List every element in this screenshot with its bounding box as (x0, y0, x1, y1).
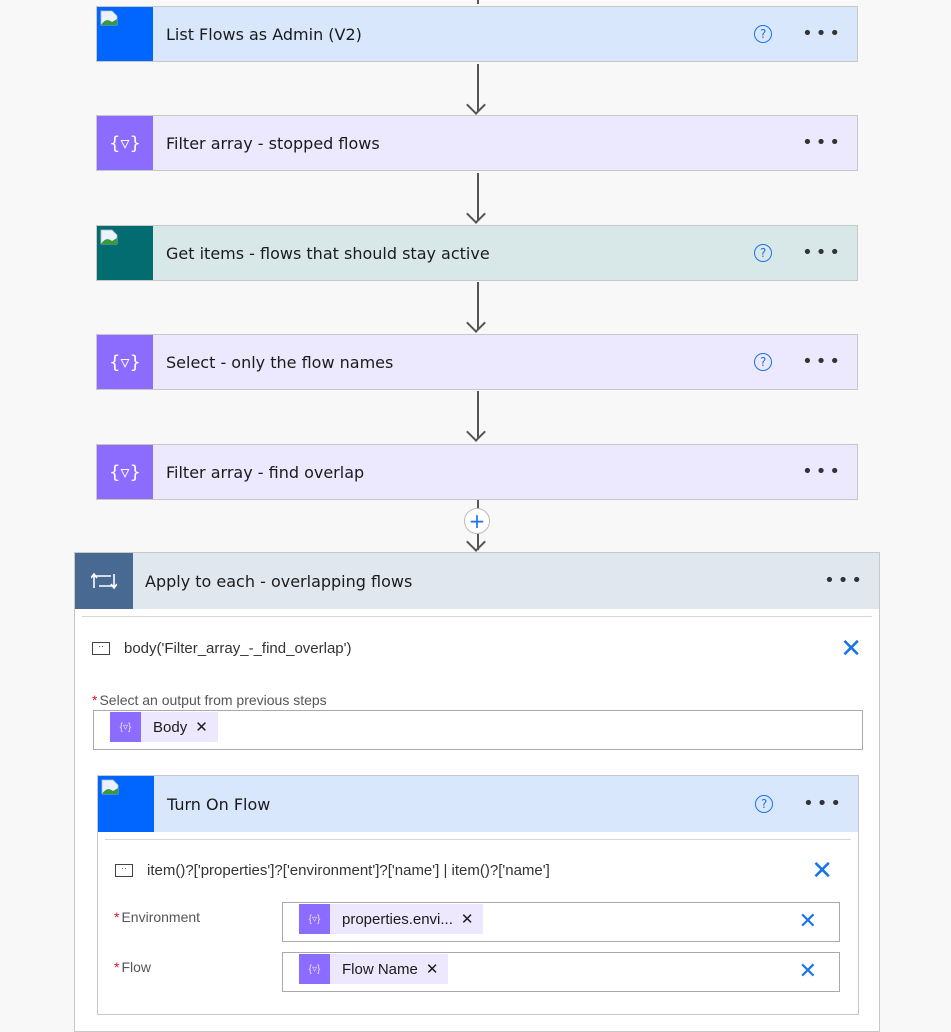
required-mark: * (92, 692, 98, 708)
comment-icon: ·· (92, 641, 110, 655)
connector-line (477, 0, 479, 4)
more-options-icon[interactable]: ••• (802, 25, 843, 43)
step-card-get-items[interactable]: Get items - flows that should stay activ… (96, 225, 858, 281)
step-title: Filter array - find overlap (166, 462, 365, 482)
help-icon[interactable]: ? (754, 25, 773, 43)
more-options-icon[interactable]: ••• (802, 353, 843, 371)
token-body[interactable]: {▿} Body ✕ (110, 712, 218, 742)
data-operation-icon-box: {▿} (97, 335, 153, 389)
more-options-icon[interactable]: ••• (803, 795, 844, 813)
required-mark: * (114, 909, 120, 925)
step-card-filter-stopped[interactable]: {▿} Filter array - stopped flows ••• (96, 115, 858, 171)
flow-label: * Flow (114, 959, 152, 975)
step-title: Turn On Flow (167, 794, 271, 814)
arrow-down-icon (466, 532, 486, 552)
step-title: List Flows as Admin (V2) (166, 24, 362, 44)
step-card-select-names[interactable]: {▿} Select - only the flow names ? ••• (96, 334, 858, 390)
data-operation-icon-box: {▿} (97, 445, 153, 499)
step-card-list-flows[interactable]: List Flows as Admin (V2) ? ••• (96, 6, 858, 62)
loop-icon (91, 572, 117, 590)
required-mark: * (114, 959, 120, 975)
turn-on-flow-header[interactable]: Turn On Flow ? ••• (98, 776, 858, 832)
step-title: Select - only the flow names (166, 352, 394, 372)
flow-input[interactable]: {▿} Flow Name ✕ ✕ (282, 952, 840, 992)
expression-text: body('Filter_array_-_find_overlap') (124, 639, 352, 657)
close-icon[interactable]: ✕ (840, 635, 862, 661)
remove-token-icon[interactable]: ✕ (461, 910, 474, 928)
token-environment[interactable]: {▿} properties.envi... ✕ (299, 904, 484, 934)
connector-icon-box (97, 7, 153, 61)
divider (82, 616, 872, 617)
expression-row: ·· body('Filter_array_-_find_overlap') ✕ (92, 635, 862, 661)
clear-field-icon[interactable]: ✕ (799, 911, 817, 933)
step-card-filter-overlap[interactable]: {▿} Filter array - find overlap ••• (96, 444, 858, 500)
token-label: Flow Name (342, 960, 418, 978)
broken-image-icon (100, 229, 118, 245)
comment-icon: ·· (115, 863, 133, 877)
broken-image-icon (101, 779, 119, 795)
more-options-icon[interactable]: ••• (824, 572, 865, 590)
help-icon[interactable]: ? (755, 795, 774, 813)
token-flow-name[interactable]: {▿} Flow Name ✕ (299, 954, 449, 984)
apply-to-each-header[interactable]: Apply to each - overlapping flows ••• (75, 553, 879, 609)
token-label: properties.envi... (342, 910, 453, 928)
filter-array-icon: {▿} (109, 461, 141, 483)
environment-label: * Environment (114, 909, 201, 925)
more-options-icon[interactable]: ••• (802, 463, 843, 481)
broken-image-icon (100, 10, 118, 26)
output-label: * Select an output from previous steps (92, 692, 327, 708)
step-title: Get items - flows that should stay activ… (166, 243, 490, 263)
scope-title: Apply to each - overlapping flows (145, 571, 413, 591)
sharepoint-icon-box (97, 226, 153, 280)
data-operation-icon: {▿} (299, 904, 330, 934)
step-title: Filter array - stopped flows (166, 133, 380, 153)
add-step-button[interactable]: + (464, 508, 490, 534)
environment-input[interactable]: {▿} properties.envi... ✕ ✕ (282, 902, 840, 942)
close-icon[interactable]: ✕ (811, 857, 833, 883)
turn-on-flow-card: Turn On Flow ? ••• ·· item()?['propertie… (97, 775, 859, 1015)
remove-token-icon[interactable]: ✕ (195, 718, 208, 736)
arrow-down-icon (466, 313, 486, 333)
expression-text: item()?['properties']?['environment']?['… (147, 861, 550, 879)
arrow-down-icon (466, 204, 486, 224)
help-icon[interactable]: ? (754, 353, 773, 371)
remove-token-icon[interactable]: ✕ (426, 960, 439, 978)
data-operation-icon-box: {▿} (97, 116, 153, 170)
data-operation-icon: {▿} (110, 712, 141, 742)
clear-field-icon[interactable]: ✕ (799, 961, 817, 983)
loop-icon-box (75, 553, 133, 609)
token-label: Body (153, 718, 188, 736)
apply-to-each-scope: Apply to each - overlapping flows ••• ··… (74, 552, 880, 1032)
data-operation-icon: {▿} (299, 954, 330, 984)
arrow-down-icon (466, 95, 486, 115)
filter-array-icon: {▿} (109, 132, 141, 154)
more-options-icon[interactable]: ••• (802, 134, 843, 152)
expression-row: ·· item()?['properties']?['environment']… (115, 857, 833, 883)
output-input[interactable]: {▿} Body ✕ (93, 710, 863, 750)
arrow-down-icon (466, 422, 486, 442)
more-options-icon[interactable]: ••• (802, 244, 843, 262)
help-icon[interactable]: ? (754, 244, 773, 262)
divider (105, 839, 851, 840)
data-operation-icon: {▿} (109, 351, 141, 373)
connector-icon-box (98, 776, 154, 832)
